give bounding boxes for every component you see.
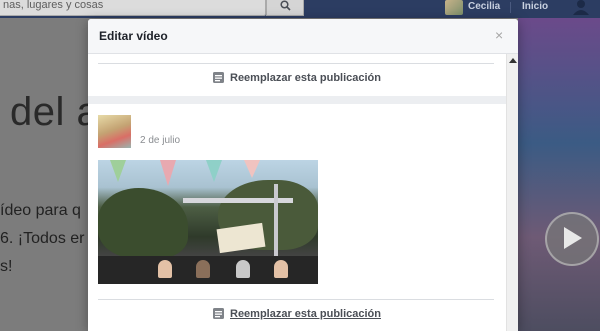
replace-post-label: Reemplazar esta publicación	[230, 71, 381, 84]
pennant-flag	[206, 160, 222, 182]
document-icon	[213, 308, 224, 319]
replace-post-link[interactable]: Reemplazar esta publicación	[88, 306, 506, 324]
play-icon	[564, 227, 582, 249]
post-author-avatar[interactable]	[98, 115, 131, 148]
replace-post-label: Reemplazar esta publicación	[230, 307, 381, 320]
divider	[98, 63, 494, 64]
edit-video-dialog: Editar vídeo × Reemplazar esta publicaci…	[88, 19, 518, 331]
search-icon	[280, 0, 291, 11]
top-navigation-bar: nas, lugares y cosas Cecilia Inicio	[0, 0, 600, 18]
pennant-flag	[244, 160, 260, 178]
background-text-line: s!	[0, 258, 13, 275]
home-link[interactable]: Inicio	[522, 1, 548, 12]
video-scene-tree	[98, 188, 188, 258]
close-icon[interactable]: ×	[495, 28, 503, 42]
post-card: 2 de julio Reemplazar esta publicación	[88, 104, 506, 331]
document-icon	[213, 72, 224, 83]
post-card: Reemplazar esta publicación	[88, 54, 506, 96]
dialog-scroll-area[interactable]: Reemplazar esta publicación 2 de julio R…	[88, 54, 506, 331]
background-video-thumbnail	[518, 18, 600, 331]
dialog-scrollbar[interactable]	[506, 54, 518, 331]
search-input[interactable]: nas, lugares y cosas	[0, 0, 266, 16]
background-text-line: 6. ¡Todos er	[0, 230, 85, 247]
divider	[98, 299, 494, 300]
nav-divider	[510, 2, 511, 13]
replace-post-link[interactable]: Reemplazar esta publicación	[88, 70, 506, 88]
dialog-title: Editar vídeo	[99, 29, 168, 43]
pennant-flag	[110, 160, 126, 182]
play-button[interactable]	[545, 212, 599, 266]
profile-link[interactable]: Cecilia	[468, 1, 500, 12]
post-video-thumbnail[interactable]	[98, 160, 318, 284]
background-text-line: ídeo para q	[0, 202, 81, 219]
friends-icon[interactable]	[571, 0, 591, 15]
crowd-person	[274, 260, 288, 278]
search-button[interactable]	[266, 0, 304, 16]
dialog-header: Editar vídeo ×	[88, 19, 518, 54]
background-heading: del a	[10, 90, 100, 134]
crowd-person	[236, 260, 250, 278]
crowd-person	[196, 260, 210, 278]
user-avatar[interactable]	[445, 0, 463, 15]
scroll-up-arrow[interactable]	[509, 58, 517, 63]
post-date[interactable]: 2 de julio	[140, 135, 180, 146]
pennant-flag	[160, 160, 176, 186]
stage-truss	[274, 184, 278, 264]
crowd-person	[158, 260, 172, 278]
